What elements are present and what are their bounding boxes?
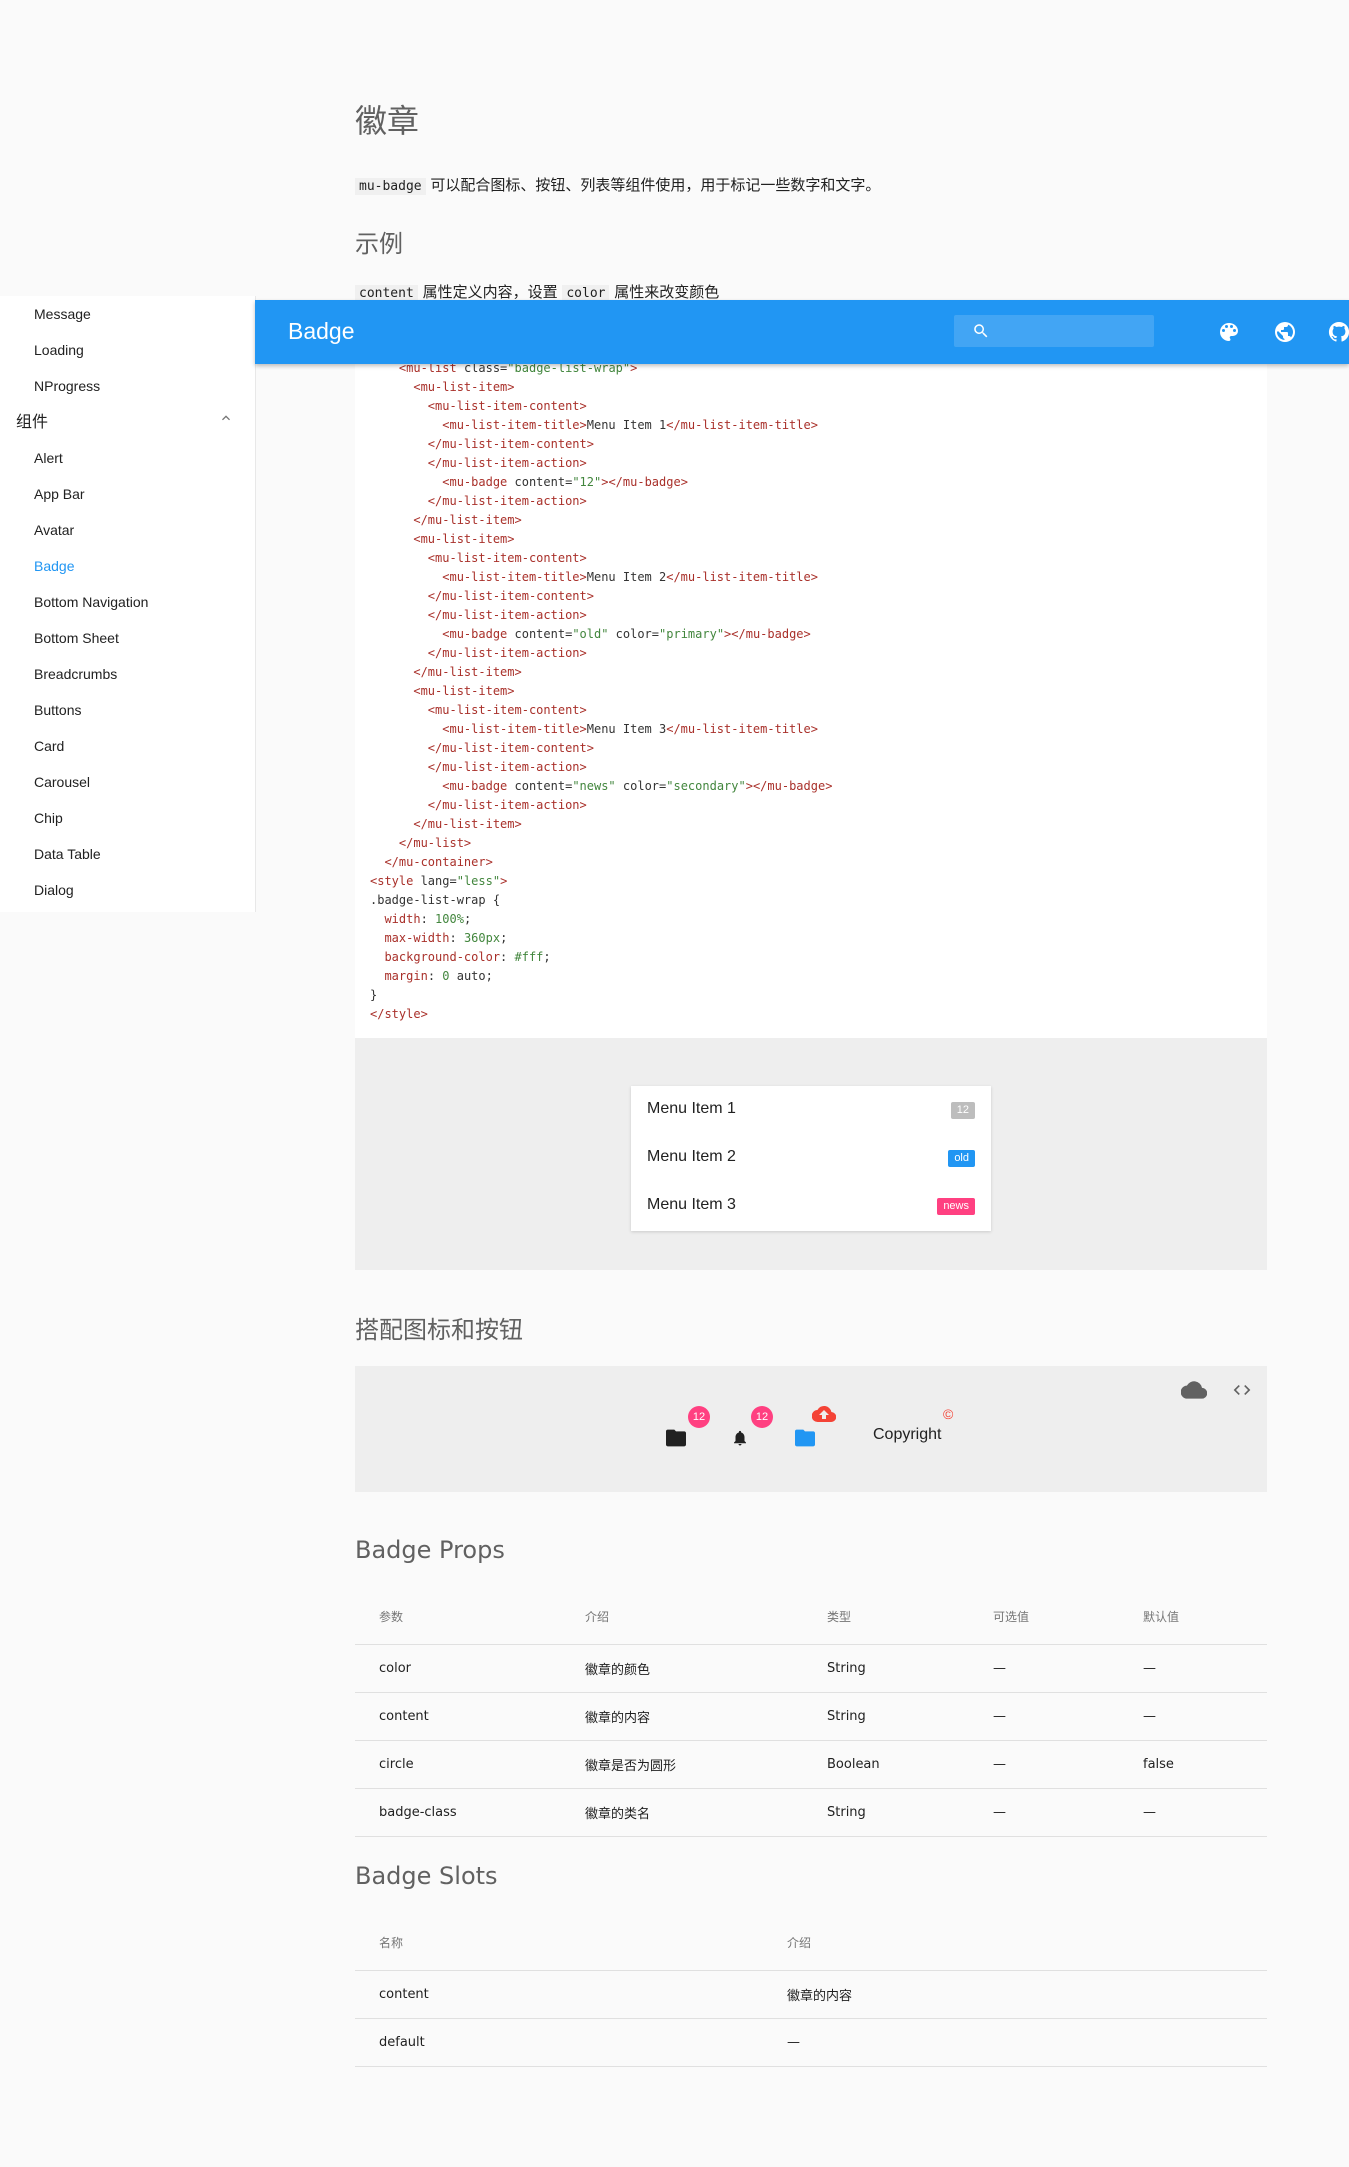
sidebar-item-chip[interactable]: Chip — [34, 800, 63, 836]
search-box[interactable] — [954, 315, 1154, 347]
code-icon[interactable] — [1231, 1380, 1253, 1400]
palette-icon[interactable] — [1217, 320, 1241, 344]
copyright-badge: © — [943, 1406, 954, 1422]
code-listing: <mu-list class="badge-list-wrap"> <mu-li… — [370, 361, 833, 1021]
cloud-icon[interactable] — [1181, 1380, 1207, 1400]
sidebar-item-alert[interactable]: Alert — [34, 440, 63, 476]
section-heading-props: Badge Props — [355, 1536, 505, 1564]
sidebar-item-bottom-sheet[interactable]: Bottom Sheet — [34, 620, 119, 656]
copyright-button[interactable]: Copyright — [873, 1426, 941, 1444]
sidebar-item-bottom-navigation[interactable]: Bottom Navigation — [34, 584, 148, 620]
badge: news — [937, 1198, 975, 1215]
section-heading-icons: 搭配图标和按钮 — [355, 1316, 523, 1344]
table-row: default — — [355, 2018, 1267, 2067]
intro-code: mu-badge — [355, 178, 426, 195]
sidebar-item-loading[interactable]: Loading — [34, 332, 84, 368]
search-icon — [974, 324, 988, 338]
demo-icons-buttons: 12 12 Copyright © — [355, 1366, 1267, 1492]
sidebar-group-components[interactable]: 组件 — [16, 408, 48, 432]
sidebar-item-nprogress[interactable]: NProgress — [34, 368, 100, 404]
globe-icon[interactable] — [1273, 320, 1297, 344]
sidebar-item-data-table[interactable]: Data Table — [34, 836, 101, 872]
app-bar-title: Badge — [288, 318, 355, 344]
search-input[interactable] — [1004, 319, 1148, 345]
sidebar-item-carousel[interactable]: Carousel — [34, 764, 90, 800]
example-description: content 属性定义内容，设置 color 属性来改变颜色 — [355, 281, 719, 302]
badge: 12 — [950, 1102, 975, 1119]
table-row: color 徽章的颜色 String — — — [355, 1644, 1267, 1693]
code-block: <mu-list class="badge-list-wrap"> <mu-li… — [355, 361, 1267, 1038]
section-heading-example: 示例 — [355, 230, 403, 258]
app-bar: Badge — [255, 300, 1349, 364]
sidebar: Message Loading NProgress 组件 Alert App B… — [0, 296, 256, 912]
badge-list: Menu Item 1 12 Menu Item 2 old Menu Item… — [631, 1086, 991, 1231]
table-row: circle 徽章是否为圆形 Boolean — false — [355, 1740, 1267, 1789]
bell-icon[interactable] — [731, 1428, 749, 1448]
table-row: badge-class 徽章的类名 String — — — [355, 1788, 1267, 1837]
sidebar-item-avatar[interactable]: Avatar — [34, 512, 74, 548]
sidebar-item-buttons[interactable]: Buttons — [34, 692, 81, 728]
list-item[interactable]: Menu Item 3 news — [631, 1182, 991, 1230]
badge: 12 — [751, 1406, 773, 1428]
table-row: content 徽章的内容 String — — — [355, 1692, 1267, 1741]
folder-icon — [795, 1429, 815, 1447]
page-title: 徽章 — [355, 102, 420, 140]
props-table: 参数 介绍 类型 可选值 默认值 color 徽章的颜色 String — — cont… — [355, 1588, 1267, 1837]
sidebar-item-breadcrumbs[interactable]: Breadcrumbs — [34, 656, 117, 692]
slots-table: 名称 介绍 content 徽章的内容 default — — [355, 1914, 1267, 2067]
sidebar-item-dialog[interactable]: Dialog — [34, 872, 74, 908]
section-heading-slots: Badge Slots — [355, 1862, 498, 1890]
demo-badge-list: Menu Item 1 12 Menu Item 2 old Menu Item… — [355, 1038, 1267, 1270]
chevron-up-icon[interactable] — [218, 410, 234, 426]
folder-icon — [666, 1429, 686, 1447]
sidebar-item-card[interactable]: Card — [34, 728, 64, 764]
intro-text: mu-badge 可以配合图标、按钮、列表等组件使用，用于标记一些数字和文字。 — [355, 174, 880, 195]
list-item[interactable]: Menu Item 2 old — [631, 1134, 991, 1182]
sidebar-item-message[interactable]: Message — [34, 296, 91, 332]
github-icon[interactable] — [1327, 320, 1349, 344]
cloud-upload-icon — [812, 1405, 836, 1423]
table-row: content 徽章的内容 — [355, 1970, 1267, 2019]
sidebar-item-badge[interactable]: Badge — [34, 548, 74, 584]
badge: 12 — [688, 1406, 710, 1428]
list-item[interactable]: Menu Item 1 12 — [631, 1086, 991, 1134]
sidebar-item-app-bar[interactable]: App Bar — [34, 476, 85, 512]
badge: old — [948, 1150, 975, 1167]
